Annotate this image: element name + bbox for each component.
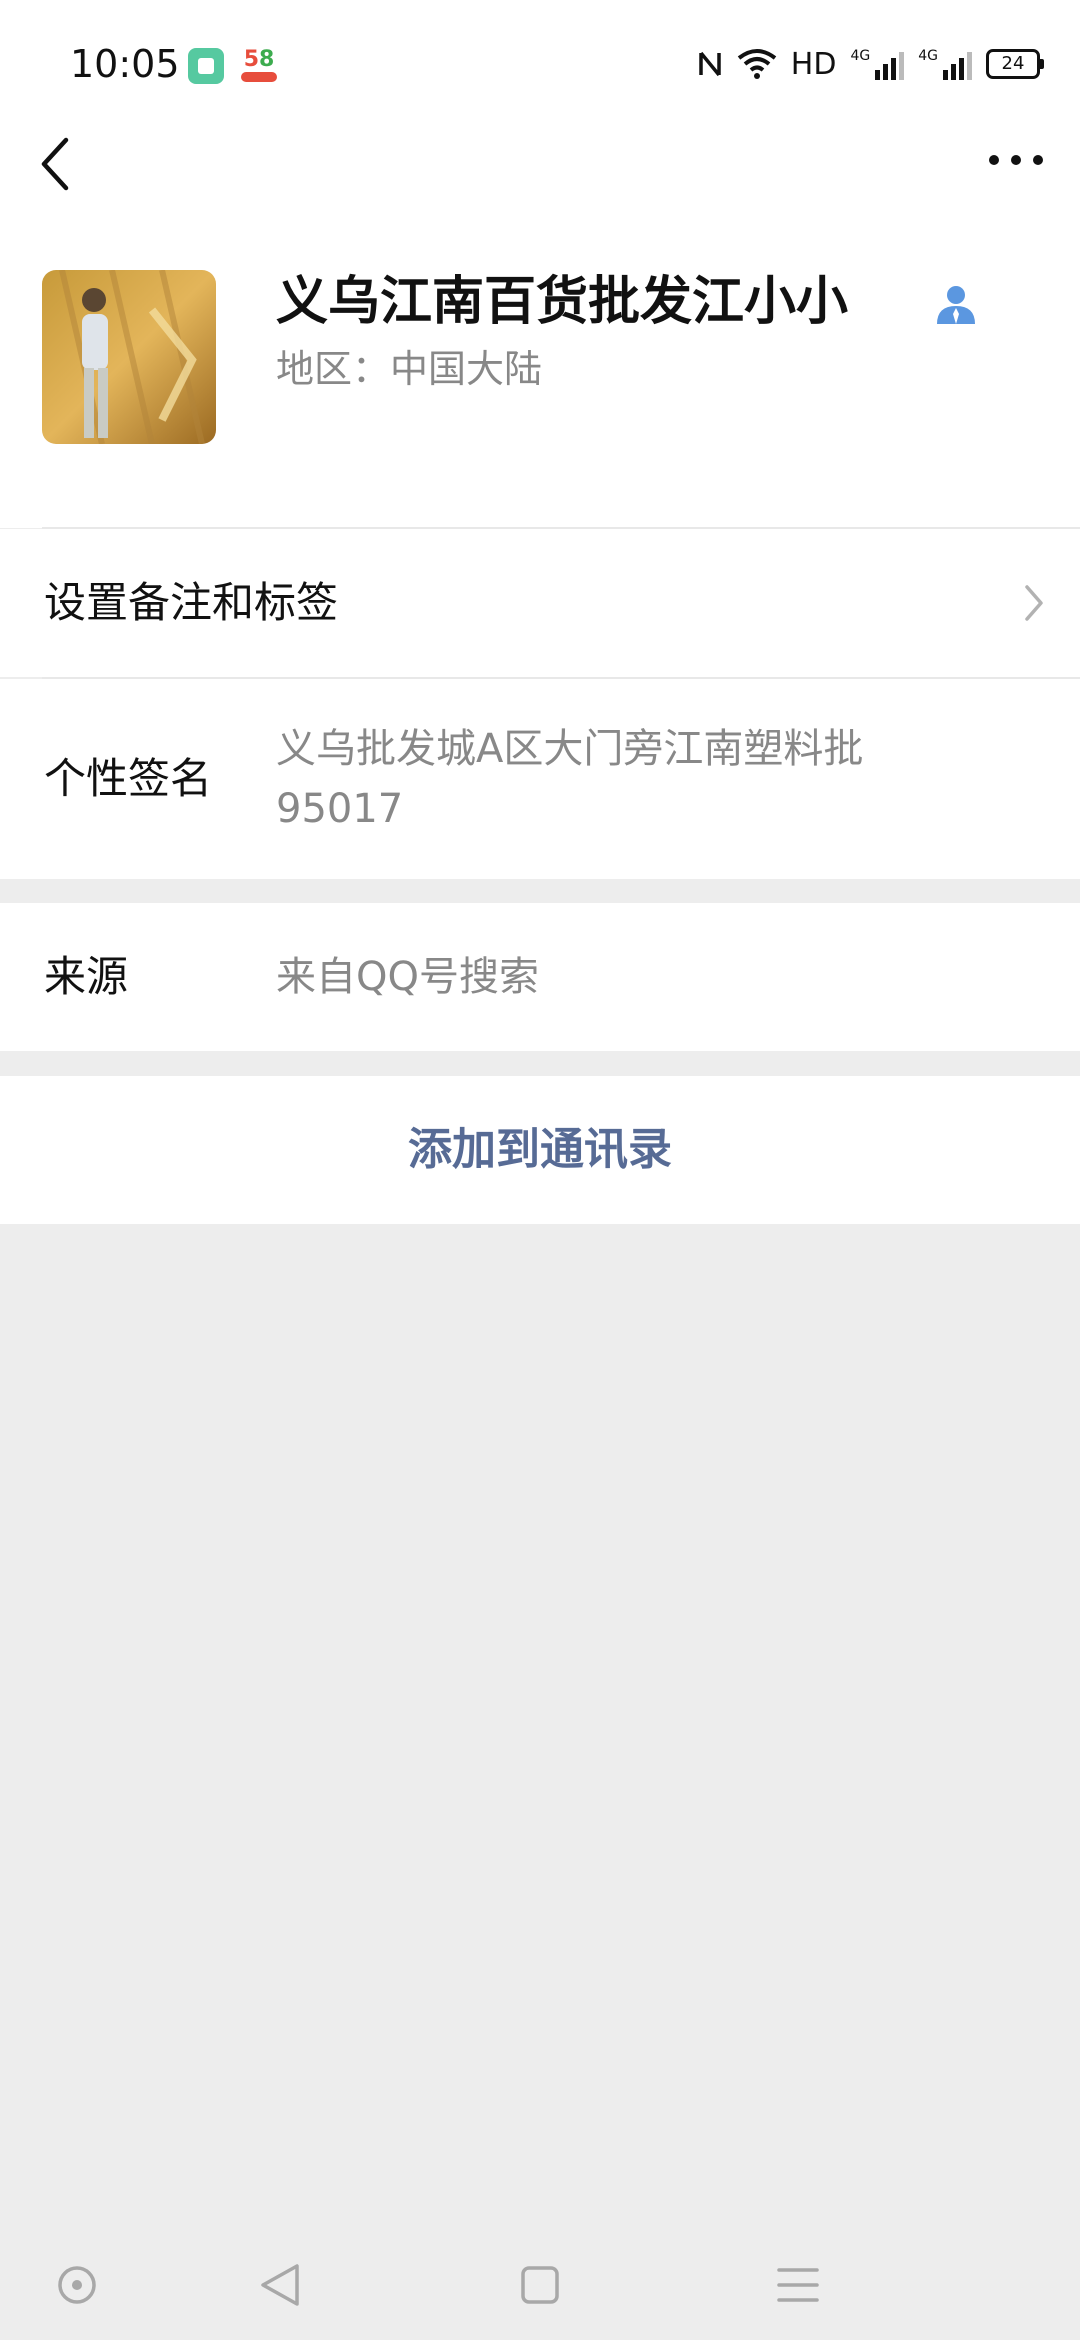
chevron-right-icon xyxy=(1025,585,1043,621)
assistant-icon[interactable] xyxy=(42,2250,112,2320)
hd-label: HD xyxy=(790,46,837,82)
avatar[interactable] xyxy=(42,270,216,444)
set-remark-row[interactable]: 设置备注和标签 xyxy=(0,529,1080,677)
status-time: 10:05 xyxy=(70,42,180,86)
menu-icon[interactable] xyxy=(763,2250,833,2320)
source-value: 来自QQ号搜索 xyxy=(276,954,539,1000)
set-remark-label: 设置备注和标签 xyxy=(44,578,339,627)
signature-value-line1: 义乌批发城A区大门旁江南塑料批 xyxy=(276,726,864,772)
status-indicators: HD 4G 4G 24 xyxy=(697,44,1044,84)
wifi-icon xyxy=(737,49,777,79)
profile-header: 义乌江南百货批发江小小 地区：中国大陆 xyxy=(0,270,1080,528)
app-58-icon: 58 xyxy=(240,48,278,84)
system-nav-bar xyxy=(0,2230,1080,2340)
source-label: 来源 xyxy=(44,952,129,1001)
profile-name: 义乌江南百货批发江小小 xyxy=(276,271,849,332)
nfc-icon xyxy=(699,51,721,77)
signature-row: 个性签名 义乌批发城A区大门旁江南塑料批 95017 xyxy=(0,679,1080,879)
signal-1-label: 4G xyxy=(850,48,871,64)
profile-region: 地区：中国大陆 xyxy=(276,347,543,391)
signature-value: 义乌批发城A区大门旁江南塑料批 95017 xyxy=(276,719,976,839)
battery-icon: 24 xyxy=(986,49,1044,79)
chevron-left-icon xyxy=(41,137,69,191)
person-icon xyxy=(937,286,975,324)
more-dots-icon xyxy=(989,155,1043,165)
add-to-contacts-button[interactable]: 添加到通讯录 xyxy=(0,1076,1080,1224)
signature-value-line2: 95017 xyxy=(276,786,404,832)
top-nav xyxy=(0,130,1080,270)
notification-app-icon xyxy=(188,48,224,84)
signal-2-label: 4G xyxy=(918,48,938,64)
add-to-contacts-row: 添加到通讯录 xyxy=(0,1076,1080,1224)
back-nav-icon[interactable] xyxy=(245,2250,315,2320)
back-button[interactable] xyxy=(30,130,90,191)
signal-1-icon: 4G xyxy=(850,48,905,80)
home-icon[interactable] xyxy=(505,2250,575,2320)
more-button[interactable] xyxy=(980,130,1060,190)
source-row: 来源 来自QQ号搜索 xyxy=(0,903,1080,1051)
signal-2-icon: 4G xyxy=(918,48,972,80)
status-bar: 10:05 58 HD 4G 4G 24 xyxy=(0,0,1080,130)
signature-label: 个性签名 xyxy=(44,754,213,803)
